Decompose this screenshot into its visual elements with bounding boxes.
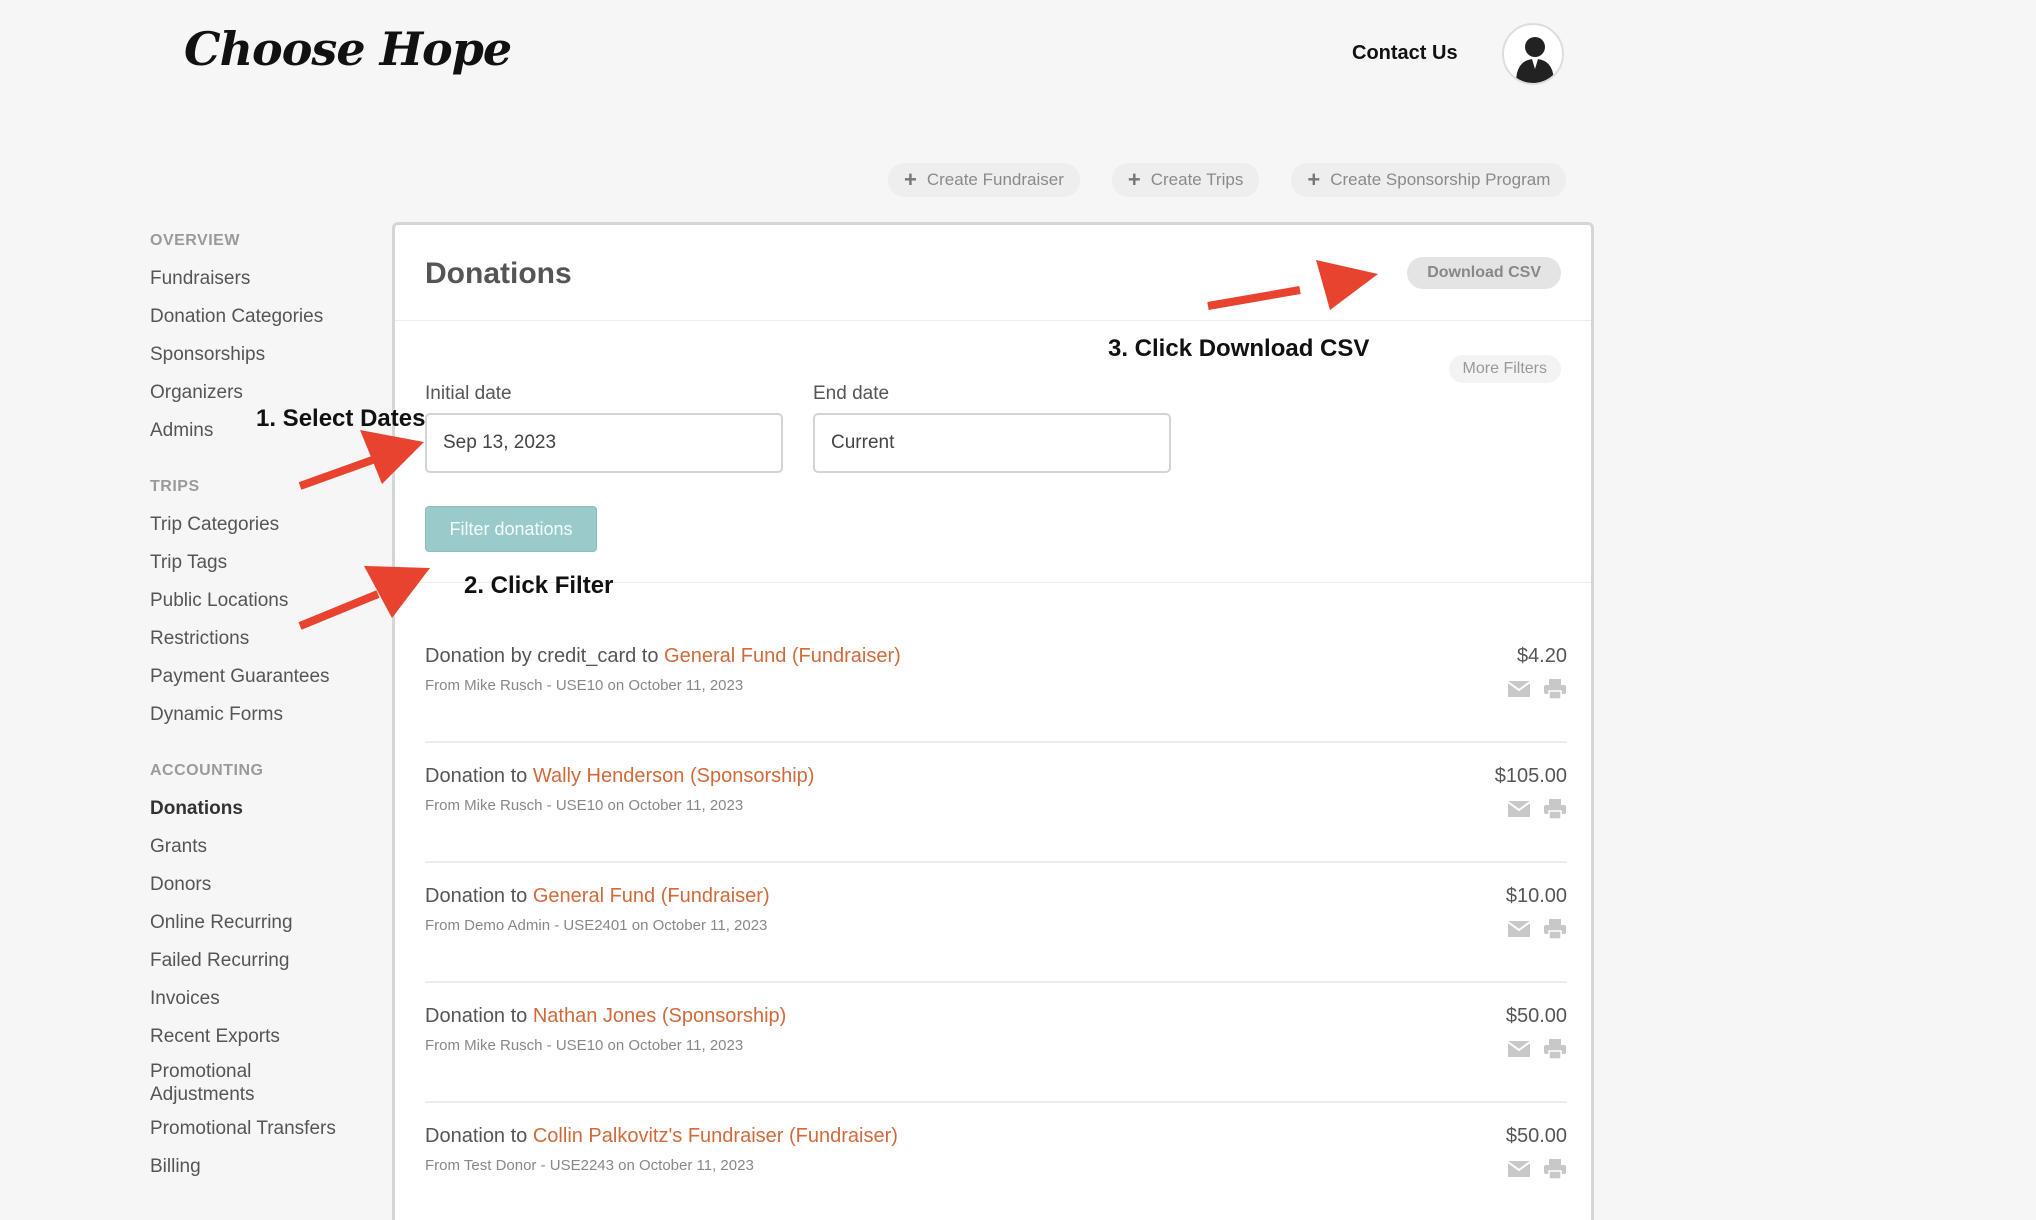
donation-recipient-link[interactable]: General Fund (Fundraiser)	[533, 885, 770, 907]
plus-icon: +	[1127, 167, 1141, 192]
donation-description: Donation to General Fund (Fundraiser)	[425, 885, 770, 908]
donation-prefix: Donation to	[425, 1005, 533, 1027]
sidebar-item-grants[interactable]: Grants	[150, 828, 390, 866]
donation-amount: $50.00	[1505, 1125, 1567, 1147]
donation-amount: $105.00	[1494, 765, 1567, 787]
sidebar-item-fundraisers[interactable]: Fundraisers	[150, 260, 390, 298]
donation-meta: From Demo Admin - USE2401 on October 11,…	[425, 917, 768, 934]
donation-prefix: Donation by credit_card to	[425, 645, 665, 667]
sidebar-item-invoices[interactable]: Invoices	[150, 980, 390, 1018]
list-item: Donation to Wally Henderson (Sponsorship…	[425, 743, 1567, 863]
sidebar-item-promotional-adjustments[interactable]: Promotional Adjustments	[150, 1056, 310, 1110]
more-filters-button[interactable]: More Filters	[1448, 355, 1561, 383]
create-trips-label: Create Trips	[1150, 170, 1244, 189]
donation-prefix: Donation to	[425, 885, 533, 907]
donation-actions	[1507, 679, 1567, 699]
sidebar-item-trip-tags[interactable]: Trip Tags	[150, 544, 390, 582]
donation-actions	[1507, 1039, 1567, 1059]
create-actions-bar: + Create Fundraiser + Create Trips + Cre…	[888, 163, 1567, 197]
sidebar-item-restrictions[interactable]: Restrictions	[150, 620, 390, 658]
user-avatar-button[interactable]	[1502, 23, 1564, 85]
donation-meta: From Mike Rusch - USE10 on October 11, 2…	[425, 1037, 744, 1054]
create-sponsorship-program-button[interactable]: + Create Sponsorship Program	[1291, 163, 1567, 197]
choose-hope-logo[interactable]: Choose Hope	[184, 22, 512, 76]
donation-actions	[1507, 799, 1567, 819]
sidebar-item-sponsorships[interactable]: Sponsorships	[150, 336, 390, 374]
sidebar-section-trips: TRIPS Trip Categories Trip Tags Public L…	[150, 478, 390, 734]
donation-recipient-link[interactable]: Collin Palkovitz's Fundraiser (Fundraise…	[533, 1125, 898, 1147]
download-csv-button[interactable]: Download CSV	[1407, 257, 1561, 289]
create-sponsorship-program-label: Create Sponsorship Program	[1330, 170, 1551, 189]
contact-us-link[interactable]: Contact Us	[1352, 42, 1458, 65]
sidebar-item-promotional-transfers[interactable]: Promotional Transfers	[150, 1110, 390, 1148]
plus-icon: +	[904, 167, 917, 192]
donation-description: Donation by credit_card to General Fund …	[425, 645, 901, 668]
end-date-input[interactable]	[813, 413, 1171, 473]
donation-meta: From Mike Rusch - USE10 on October 11, 2…	[425, 677, 744, 694]
sidebar-item-online-recurring[interactable]: Online Recurring	[150, 904, 390, 942]
list-item: Donation by credit_card to General Fund …	[425, 623, 1567, 743]
email-icon[interactable]	[1507, 1159, 1531, 1179]
print-icon[interactable]	[1543, 1159, 1567, 1179]
plus-icon: +	[1307, 167, 1321, 192]
print-icon[interactable]	[1543, 1039, 1567, 1059]
annotation-click-filter: 2. Click Filter	[464, 572, 614, 599]
donation-prefix: Donation to	[425, 1125, 533, 1147]
donation-description: Donation to Wally Henderson (Sponsorship…	[425, 765, 814, 788]
donation-amount: $10.00	[1505, 885, 1567, 907]
annotation-select-dates: 1. Select Dates	[256, 405, 426, 432]
create-fundraiser-label: Create Fundraiser	[926, 170, 1064, 189]
user-icon	[1516, 37, 1554, 83]
print-icon[interactable]	[1543, 679, 1567, 699]
email-icon[interactable]	[1507, 1039, 1531, 1059]
donation-meta: From Mike Rusch - USE10 on October 11, 2…	[425, 797, 744, 814]
initial-date-label: Initial date	[425, 383, 512, 404]
email-icon[interactable]	[1507, 679, 1531, 699]
email-icon[interactable]	[1507, 799, 1531, 819]
list-item: Donation to Collin Palkovitz's Fundraise…	[425, 1103, 1567, 1220]
sidebar-item-failed-recurring[interactable]: Failed Recurring	[150, 942, 390, 980]
donation-amount: $4.20	[1516, 645, 1567, 667]
sidebar-item-billing[interactable]: Billing	[150, 1148, 390, 1186]
donation-description: Donation to Collin Palkovitz's Fundraise…	[425, 1125, 898, 1148]
list-item: Donation to Nathan Jones (Sponsorship) F…	[425, 983, 1567, 1103]
header-divider	[395, 320, 1591, 321]
page-title: Donations	[425, 257, 572, 290]
list-item: Donation to General Fund (Fundraiser) Fr…	[425, 863, 1567, 983]
create-fundraiser-button[interactable]: + Create Fundraiser	[888, 163, 1080, 197]
print-icon[interactable]	[1543, 919, 1567, 939]
sidebar-item-donations[interactable]: Donations	[150, 790, 390, 828]
initial-date-input[interactable]	[425, 413, 783, 473]
sidebar-item-donation-categories[interactable]: Donation Categories	[150, 298, 390, 336]
end-date-label: End date	[813, 383, 890, 404]
annotation-click-download-csv: 3. Click Download CSV	[1108, 335, 1370, 362]
donation-prefix: Donation to	[425, 765, 533, 787]
donation-amount: $50.00	[1505, 1005, 1567, 1027]
donation-meta: From Test Donor - USE2243 on October 11,…	[425, 1157, 754, 1174]
sidebar-heading-accounting: ACCOUNTING	[150, 762, 264, 779]
donation-recipient-link[interactable]: Nathan Jones (Sponsorship)	[533, 1005, 786, 1027]
sidebar-item-trip-categories[interactable]: Trip Categories	[150, 506, 390, 544]
sidebar-item-payment-guarantees[interactable]: Payment Guarantees	[150, 658, 390, 696]
donation-actions	[1507, 919, 1567, 939]
sidebar-section-accounting: ACCOUNTING Donations Grants Donors Onlin…	[150, 762, 390, 1186]
sidebar-item-donors[interactable]: Donors	[150, 866, 390, 904]
sidebar-nav: OVERVIEW Fundraisers Donation Categories…	[150, 232, 390, 1214]
donation-description: Donation to Nathan Jones (Sponsorship)	[425, 1005, 786, 1028]
donation-list: Donation by credit_card to General Fund …	[425, 623, 1567, 1220]
filter-donations-button[interactable]: Filter donations	[425, 506, 597, 552]
create-trips-button[interactable]: + Create Trips	[1111, 163, 1260, 197]
print-icon[interactable]	[1543, 799, 1567, 819]
donations-panel: Donations Download CSV More Filters Init…	[392, 222, 1594, 1220]
sidebar-heading-overview: OVERVIEW	[150, 232, 240, 249]
donation-recipient-link[interactable]: Wally Henderson (Sponsorship)	[533, 765, 815, 787]
sidebar-heading-trips: TRIPS	[150, 478, 200, 495]
donation-recipient-link[interactable]: General Fund (Fundraiser)	[664, 645, 901, 667]
sidebar-item-public-locations[interactable]: Public Locations	[150, 582, 390, 620]
email-icon[interactable]	[1507, 919, 1531, 939]
sidebar-item-dynamic-forms[interactable]: Dynamic Forms	[150, 696, 390, 734]
sidebar-item-recent-exports[interactable]: Recent Exports	[150, 1018, 390, 1056]
donation-actions	[1507, 1159, 1567, 1179]
